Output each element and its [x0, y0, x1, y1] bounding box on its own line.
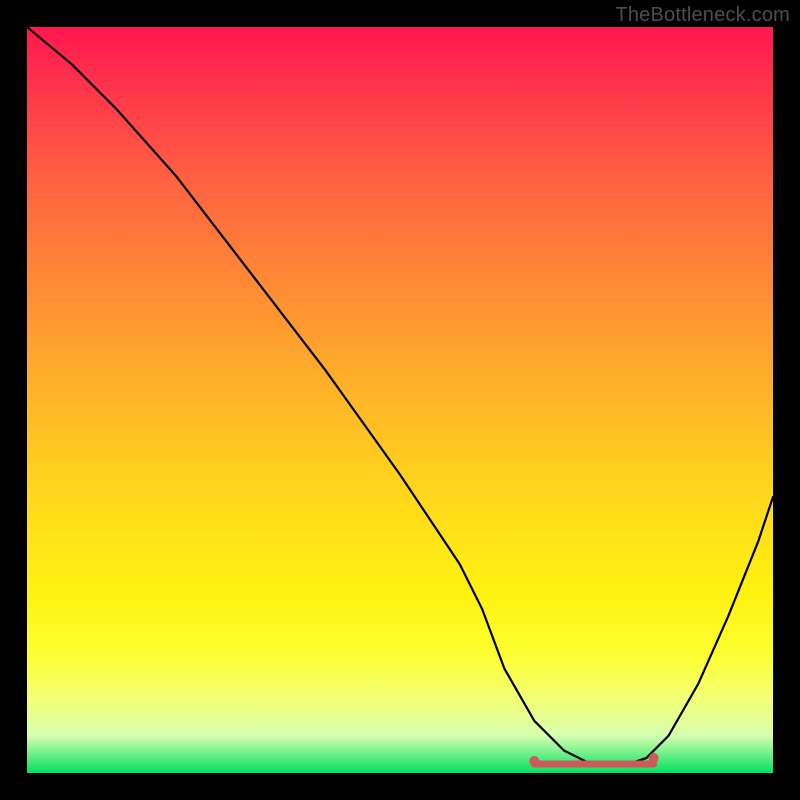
- plot-area: [27, 27, 773, 773]
- bottleneck-curve-line: [27, 27, 773, 766]
- chart-frame: TheBottleneck.com: [0, 0, 800, 800]
- optimal-range-end-dot: [649, 753, 659, 763]
- chart-svg: [27, 27, 773, 773]
- watermark-text: TheBottleneck.com: [615, 4, 790, 27]
- optimal-range-start-dot: [529, 756, 539, 766]
